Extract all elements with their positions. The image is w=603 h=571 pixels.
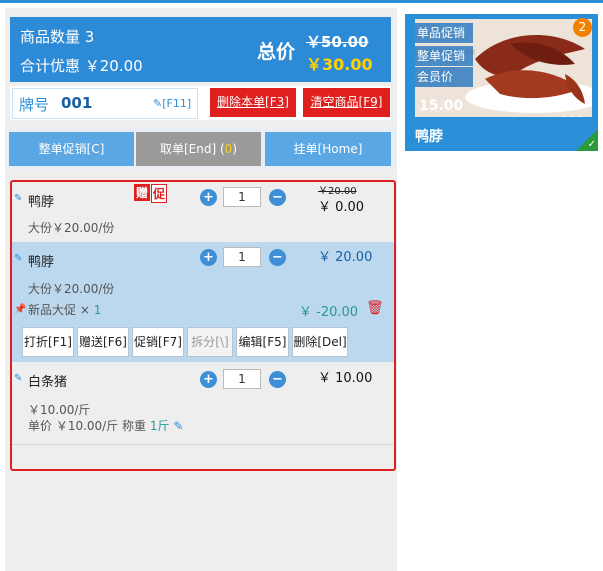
edit-button[interactable]: 编辑[F5] xyxy=(236,327,289,357)
item-op-toolbar: 打折[F1] 赠送[F6] 促销[F7] 拆分[\] 编辑[F5] 删除[Del… xyxy=(22,327,362,357)
minus-button[interactable]: − xyxy=(269,189,286,206)
product-image: 单品促销 整单促销 会员价 15.00 ⊘ 440 xyxy=(415,19,592,117)
product-tag: 会员价 xyxy=(415,67,473,87)
clear-goods-button[interactable]: 清空商品[F9] xyxy=(303,88,390,117)
minus-button[interactable]: − xyxy=(269,371,286,388)
order-summary: 商品数量 3 合计优惠 ￥20.00 总价 ￥50.00 ￥30.00 xyxy=(10,17,391,82)
delete-order-button[interactable]: 删除本单[F3] xyxy=(210,88,296,117)
edit-item-icon[interactable]: ✎ xyxy=(14,253,22,264)
take-order-label: 取单[End] ( xyxy=(160,142,225,156)
gift-button[interactable]: 赠送[F6] xyxy=(77,327,129,357)
tag-number-field[interactable]: 牌号 001 ✎[F11] xyxy=(12,88,198,119)
edit-tag-button[interactable]: ✎[F11] xyxy=(153,97,191,110)
delete-button[interactable]: 删除[Del] xyxy=(292,327,348,357)
promo-badge: 促 xyxy=(151,184,168,203)
hold-order-button[interactable]: 挂单[Home] xyxy=(265,132,391,166)
item-spec: 大份￥20.00/份 xyxy=(28,282,115,296)
discount-button[interactable]: 打折[F1] xyxy=(22,327,74,357)
gift-badge: 赠 xyxy=(134,184,151,201)
pencil-icon: ✎ xyxy=(153,97,163,110)
promo-count: 1 xyxy=(93,303,102,317)
plus-button[interactable]: + xyxy=(200,371,217,388)
item-price: ￥ 0.00 xyxy=(318,200,365,215)
item-spec: 大份￥20.00/份 xyxy=(28,221,115,235)
product-name: 鸭脖 xyxy=(415,129,443,145)
pin-icon: 📌 xyxy=(14,304,27,315)
promo-times: × xyxy=(79,303,90,317)
tag-number: 001 xyxy=(61,94,93,112)
edit-item-icon[interactable]: ✎ xyxy=(14,373,22,384)
edit-tag-shortcut: [F11] xyxy=(162,97,192,110)
cart-count-badge: 2 xyxy=(573,18,592,37)
edit-item-icon[interactable]: ✎ xyxy=(14,193,22,204)
take-order-close: ) xyxy=(232,142,237,156)
item-price: ￥ 10.00 xyxy=(318,371,373,386)
action-row: 整单促销[C] 取单[End] (0) 挂单[Home] xyxy=(5,128,397,170)
original-price: ￥20.00 xyxy=(318,186,357,197)
tag-label: 牌号 xyxy=(19,96,50,114)
quantity-input[interactable]: 1 xyxy=(223,247,261,267)
final-total: ￥30.00 xyxy=(306,55,373,74)
minus-button[interactable]: − xyxy=(269,249,286,266)
quantity-input[interactable]: 1 xyxy=(223,369,261,389)
item-count: 商品数量 3 xyxy=(20,28,95,46)
tag-row: 牌号 001 ✎[F11] 删除本单[F3] 清空商品[F9] xyxy=(10,86,391,120)
plus-button[interactable]: + xyxy=(200,189,217,206)
product-stock: ⊘ 440 xyxy=(560,101,592,117)
weight-info: 单价 ￥10.00/斤 称重 1斤 ✎ xyxy=(28,417,183,434)
quantity-input[interactable]: 1 xyxy=(223,187,261,207)
delete-order-label: 删除本单[F3] xyxy=(217,95,289,109)
promo-button[interactable]: 促销[F7] xyxy=(132,327,184,357)
product-price: 15.00 xyxy=(419,98,464,114)
promo-name: 新品大促 xyxy=(28,303,77,317)
original-total: ￥50.00 xyxy=(306,33,369,51)
total-discount: 合计优惠 ￥20.00 xyxy=(20,57,143,75)
cart-item[interactable]: ✎ 鸭脖 赠 促 + 1 − ￥20.00 ￥ 0.00 大份￥20.00/份 xyxy=(12,182,394,242)
cart-list: ✎ 鸭脖 赠 促 + 1 − ￥20.00 ￥ 0.00 大份￥20.00/份 … xyxy=(10,180,396,471)
product-card[interactable]: 单品促销 整单促销 会员价 15.00 ⊘ 440 2 鸭脖 ✓ xyxy=(405,14,598,151)
item-name: 鸭脖 xyxy=(28,255,55,270)
edit-weight-icon[interactable]: ✎ xyxy=(173,419,183,433)
whole-promo-button[interactable]: 整单促销[C] xyxy=(9,132,134,166)
take-order-button[interactable]: 取单[End] (0) xyxy=(136,132,261,166)
item-name: 白条猪 xyxy=(28,375,68,390)
split-button[interactable]: 拆分[\] xyxy=(187,327,233,357)
stock-icon: ⊘ xyxy=(560,101,570,114)
divider xyxy=(12,444,394,445)
total-label: 总价 xyxy=(257,41,296,63)
check-icon: ✓ xyxy=(587,139,596,150)
clear-goods-label: 清空商品[F9] xyxy=(310,95,383,109)
top-accent-bar xyxy=(0,0,603,3)
item-name: 鸭脖 xyxy=(28,195,55,210)
plus-button[interactable]: + xyxy=(200,249,217,266)
promo-amount: ￥ -20.00 xyxy=(299,305,359,320)
product-tag: 整单促销 xyxy=(415,46,473,66)
stock-count: 440 xyxy=(560,114,583,117)
item-price: ￥ 20.00 xyxy=(318,250,373,265)
product-tag: 单品促销 xyxy=(415,23,473,43)
item-spec: ￥10.00/斤 xyxy=(28,403,91,417)
weight-value: 1斤 xyxy=(149,419,170,433)
trash-icon[interactable]: 🗑 xyxy=(366,300,384,316)
cart-item[interactable]: ✎ 白条猪 + 1 − ￥ 10.00 ￥10.00/斤 单价 ￥10.00/斤… xyxy=(12,362,394,444)
cart-item-selected[interactable]: ✎ 鸭脖 + 1 − ￥ 20.00 大份￥20.00/份 📌 新品大促 × 1… xyxy=(12,242,394,362)
promo-info: 新品大促 × 1 xyxy=(28,301,101,318)
unit-price-label: 单价 ￥10.00/斤 称重 xyxy=(28,419,147,433)
